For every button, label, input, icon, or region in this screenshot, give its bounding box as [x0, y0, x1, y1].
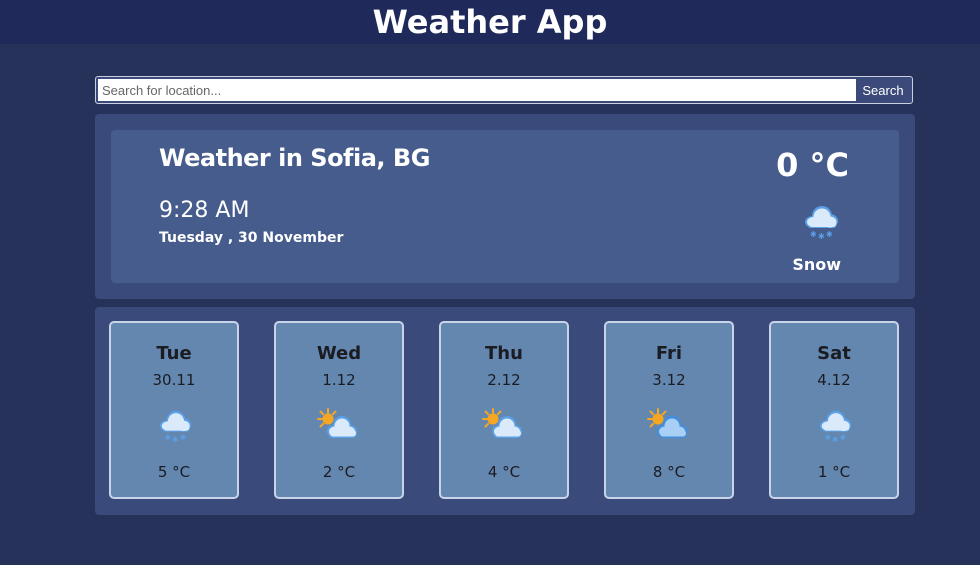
forecast-day-name: Fri: [655, 343, 683, 364]
svg-text:✱: ✱: [172, 435, 178, 443]
svg-text:✱: ✱: [165, 433, 171, 442]
current-location-title: Weather in Sofia, BG: [159, 144, 430, 172]
forecast-day-date: 4.12: [817, 371, 851, 389]
forecast-day-card[interactable]: Thu 2.12 4 °C: [439, 321, 569, 499]
snow-icon: ✱ ✱ ✱: [159, 410, 192, 443]
current-time: 9:28 AM: [159, 198, 250, 223]
forecast-day-name: Sat: [817, 343, 851, 364]
forecast-day-date: 1.12: [322, 371, 356, 389]
current-temperature: 0 °C: [776, 146, 849, 184]
svg-text:✱: ✱: [825, 433, 831, 442]
search-button[interactable]: Search: [856, 79, 910, 101]
app-header: Weather App: [0, 0, 980, 44]
svg-text:✱: ✱: [180, 433, 186, 442]
current-weather-panel: Weather in Sofia, BG 9:28 AM Tuesday , 3…: [95, 114, 915, 299]
partly-cloudy-icon: [482, 408, 522, 438]
app-title: Weather App: [372, 3, 608, 41]
forecast-day-card[interactable]: Wed 1.12 2 °C: [274, 321, 404, 499]
search-input[interactable]: [98, 79, 856, 101]
snow-icon: ✱ ✱ ✱: [819, 410, 852, 443]
svg-text:✱: ✱: [810, 230, 817, 239]
forecast-panel: Tue 30.11 ✱ ✱ ✱ 5 °C Wed 1.12 2 °C Thu 2…: [95, 307, 915, 515]
forecast-day-card[interactable]: Tue 30.11 ✱ ✱ ✱ 5 °C: [109, 321, 239, 499]
svg-text:✱: ✱: [826, 230, 833, 239]
forecast-day-temp: 5 °C: [157, 463, 191, 481]
forecast-day-temp: 4 °C: [487, 463, 521, 481]
forecast-day-card[interactable]: Fri 3.12 8 °C: [604, 321, 734, 499]
forecast-day-date: 2.12: [487, 371, 521, 389]
forecast-day-date: 30.11: [152, 371, 196, 389]
current-date: Tuesday , 30 November: [159, 230, 344, 246]
forecast-day-temp: 2 °C: [322, 463, 356, 481]
svg-text:✱: ✱: [818, 232, 825, 240]
forecast-day-name: Tue: [156, 343, 192, 364]
current-weather-card: Weather in Sofia, BG 9:28 AM Tuesday , 3…: [111, 130, 899, 283]
snow-icon: ✱ ✱ ✱: [805, 206, 838, 240]
svg-text:✱: ✱: [832, 435, 838, 443]
forecast-day-card[interactable]: Sat 4.12 ✱ ✱ ✱ 1 °C: [769, 321, 899, 499]
current-condition: Snow: [792, 255, 841, 274]
forecast-day-name: Wed: [316, 343, 362, 364]
forecast-day-temp: 1 °C: [817, 463, 851, 481]
forecast-day-date: 3.12: [652, 371, 686, 389]
search-bar: Search: [95, 76, 913, 104]
svg-text:✱: ✱: [840, 433, 846, 442]
forecast-day-name: Thu: [485, 343, 523, 364]
partly-cloudy-icon: [317, 408, 357, 438]
forecast-day-temp: 8 °C: [652, 463, 686, 481]
partly-cloudy-icon: [647, 408, 687, 438]
